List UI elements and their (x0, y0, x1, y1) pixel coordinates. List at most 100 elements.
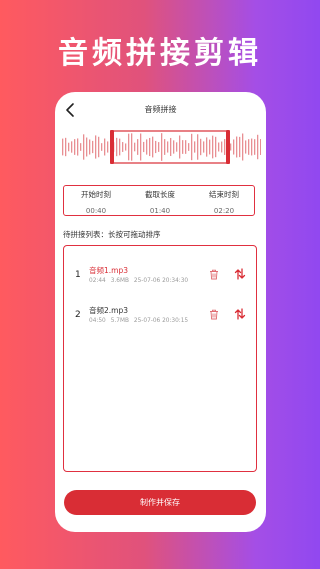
waveform-bar (152, 136, 154, 158)
waveform-bar (143, 141, 145, 153)
list-item[interactable]: 2 音频2.mp3 04:50 5.7MB 25-07-06 20:30:15 (64, 300, 256, 330)
selection-handle-left[interactable] (110, 130, 114, 164)
waveform-bar (149, 137, 151, 157)
trash-icon[interactable] (209, 309, 219, 320)
item-date: 25-07-06 20:34:30 (133, 278, 189, 284)
waveform-bar (260, 139, 261, 155)
item-duration: 04:50 (89, 318, 106, 324)
waveform-bar (86, 137, 88, 157)
waveform-bar (239, 136, 241, 158)
waveform-bar (230, 143, 232, 151)
waveform-bar (218, 142, 220, 152)
item-name: 音频2.mp3 (89, 306, 128, 315)
waveform-bar (203, 141, 205, 153)
waveform-bar (89, 139, 91, 155)
audio-list: 1 音频1.mp3 02:44 3.6MB 25-07-06 20:34:30 2 … (63, 245, 257, 472)
waveform-bar (179, 135, 181, 159)
save-button[interactable]: 制作并保存 (64, 490, 256, 515)
waveform-bar (206, 137, 208, 157)
waveform-bar (62, 138, 64, 156)
waveform-bar (248, 139, 250, 155)
waveform-bar (155, 140, 157, 154)
trash-icon[interactable] (209, 269, 219, 280)
promo-title: 音频拼接剪辑 (58, 36, 262, 71)
item-duration: 02:44 (89, 278, 106, 284)
waveform-bar (80, 143, 82, 151)
waveform-bar (200, 138, 202, 156)
waveform-bar (251, 138, 253, 156)
start-time-label: 开始时刻 (81, 190, 111, 199)
end-time-value: 02:20 (213, 207, 235, 215)
list-item[interactable]: 1 音频1.mp3 02:44 3.6MB 25-07-06 20:34:30 (64, 260, 256, 290)
item-index: 2 (75, 310, 81, 320)
waveform-bar (83, 134, 85, 160)
waveform-bar (188, 143, 190, 151)
list-title: 待拼接列表：长按可拖动排序 (63, 230, 161, 239)
waveform-bar (173, 140, 175, 154)
waveform-bar (128, 133, 130, 161)
waveform-bar (107, 141, 109, 153)
waveform-bar (161, 133, 163, 161)
waveform-bar (209, 139, 211, 155)
waveform-bar (236, 136, 238, 158)
end-time-block: 结束时刻 02:20 (192, 186, 256, 215)
waveform-bar (212, 135, 214, 159)
waveform-bar (74, 139, 76, 155)
waveform-bar (182, 140, 184, 154)
waveform-bar (71, 141, 73, 153)
waveform-bar (170, 137, 172, 157)
waveform-bar (146, 139, 148, 155)
start-time-block: 开始时刻 00:40 (64, 186, 128, 215)
waveform-bar (158, 142, 160, 152)
waveform-bar (119, 138, 121, 156)
waveform-editor[interactable] (61, 129, 261, 165)
waveform-bar (257, 134, 259, 160)
waveform-bar (191, 133, 193, 161)
waveform-bar (167, 141, 169, 153)
waveform-bar (137, 139, 139, 155)
waveform-bar (254, 139, 256, 155)
length-block: 截取长度 01:40 (128, 186, 192, 215)
phone-screen: 音频拼接 开始时刻 00:40 截取长度 01:40 结束时刻 02:20 待拼… (55, 92, 266, 532)
sort-arrows-icon[interactable] (234, 268, 246, 280)
waveform-bar (245, 140, 247, 154)
start-time-value: 00:40 (85, 207, 107, 215)
waveform-bar (242, 133, 244, 161)
waveform-bar (140, 133, 142, 161)
selection-handle-right[interactable] (226, 130, 230, 164)
end-time-label: 结束时刻 (209, 190, 239, 199)
waveform-bar (176, 142, 178, 152)
item-size: 3.6MB (110, 278, 129, 284)
waveform-bar (95, 135, 97, 159)
length-value: 01:40 (149, 207, 171, 215)
waveform-bar (164, 139, 166, 155)
length-label: 截取长度 (145, 190, 175, 199)
waveform-bar (221, 141, 223, 153)
waveform-bar (101, 143, 103, 151)
waveform-bar (65, 137, 67, 157)
waveform-bar (92, 140, 94, 154)
waveform-bar (215, 136, 217, 158)
waveform-bar (68, 142, 70, 152)
item-date: 25-07-06 20:30:15 (133, 318, 189, 324)
waveform-bar (233, 139, 235, 155)
waveform-bar (185, 140, 187, 154)
page-title: 音频拼接 (144, 105, 177, 114)
waveform-bar (104, 138, 106, 156)
waveform-bar (125, 143, 127, 151)
waveform-bar (194, 141, 196, 153)
waveform-bar (77, 138, 79, 156)
waveform-bar (224, 139, 226, 155)
trim-info-box: 开始时刻 00:40 截取长度 01:40 结束时刻 02:20 (63, 185, 255, 216)
waveform-bar (116, 137, 118, 157)
item-index: 1 (75, 270, 81, 280)
waveform-bar (131, 133, 133, 161)
item-size: 5.7MB (110, 318, 129, 324)
sort-arrows-icon[interactable] (234, 308, 246, 320)
item-meta: 04:50 5.7MB 25-07-06 20:30:15 (89, 318, 193, 324)
nav-bar: 音频拼接 (55, 92, 266, 128)
waveform-bar (197, 134, 199, 160)
waveform-bar (122, 142, 124, 152)
item-name: 音频1.mp3 (89, 266, 128, 275)
waveform-bar (134, 142, 136, 152)
